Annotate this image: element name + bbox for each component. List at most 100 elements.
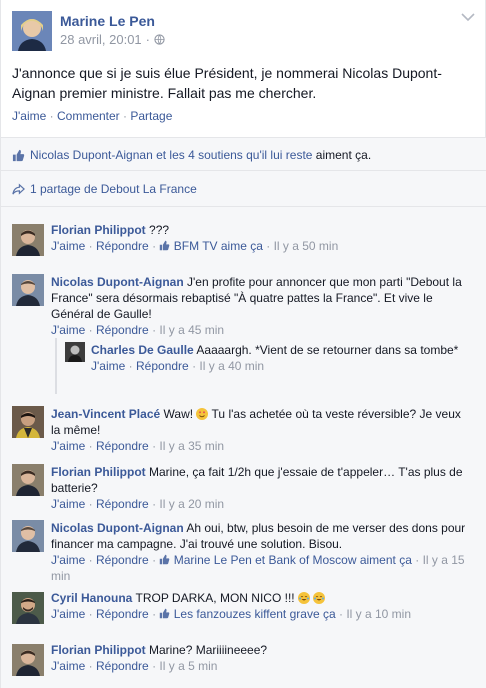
separator: · [152,239,157,253]
comment: Florian Philippot Marine? Mariiiineeee? … [51,642,471,674]
separator: · [88,659,93,673]
comment-timestamp[interactable]: Il y a 10 min [346,607,411,621]
comment-reply-link[interactable]: Répondre [96,553,149,567]
post-text: J'annonce que si je suis élue Président,… [12,65,442,101]
comment-reply-link[interactable]: Répondre [136,359,189,373]
comment-timestamp[interactable]: Il y a 45 min [159,323,224,337]
separator: · [88,553,93,567]
commenter-name[interactable]: Florian Philippot [51,643,146,657]
comment-like-link[interactable]: J'aime [51,239,85,253]
action-separator: · [46,109,57,123]
separator: · [192,359,197,373]
comment-timestamp[interactable]: Il y a 40 min [199,359,264,373]
comment: Jean-Vincent Placé Waw! Tu l'as achetée … [51,406,471,454]
comment-reply-link[interactable]: Répondre [96,439,149,453]
separator: · [152,659,157,673]
author-avatar[interactable] [12,11,52,51]
share-link[interactable]: Partage [130,109,172,123]
likes-suffix: aiment ça. [312,148,372,162]
divider [1,206,486,207]
comment-reply-link[interactable]: Répondre [96,497,149,511]
comment-text: ??? [149,223,170,237]
post-actions: J'aime · Commenter · Partage [12,109,172,123]
commenter-name[interactable]: Charles De Gaulle [91,343,194,357]
comment-like-link[interactable]: J'aime [51,497,85,511]
post-author-name[interactable]: Marine Le Pen [60,13,155,29]
commenter-avatar[interactable] [12,644,44,676]
divider [1,137,486,138]
separator: · [152,553,157,567]
separator: · [88,323,93,337]
commenter-avatar[interactable] [12,224,44,256]
thumbs-up-icon [160,608,170,619]
commenter-avatar[interactable] [65,342,85,362]
separator: · [88,607,93,621]
separator: · [415,553,420,567]
likes-summary: Nicolas Dupont-Aignan et les 4 soutiens … [12,148,371,162]
globe-icon[interactable] [154,34,165,45]
thumbs-up-icon [12,149,25,161]
meta-separator: · [145,32,151,47]
shares-summary: 1 partage de Debout La France [12,182,197,196]
comment-text: Aaaaargh. *Vient de se retourner dans sa… [196,343,459,357]
comment-like-link[interactable]: J'aime [51,323,85,337]
comment: Florian Philippot ??? J'aime · Répondre … [51,222,471,254]
comment-like-link[interactable]: J'aime [51,607,85,621]
comment-timestamp[interactable]: Il y a 5 min [159,659,217,673]
commenter-avatar[interactable] [12,274,44,306]
comment: Nicolas Dupont-Aignan Ah oui, btw, plus … [51,520,471,584]
shares-link[interactable]: 1 partage de Debout La France [30,182,197,196]
commenter-name[interactable]: Jean-Vincent Placé [51,407,160,421]
comment: Florian Philippot Marine, ça fait 1/2h q… [51,464,471,512]
comment-reply-link[interactable]: Répondre [96,607,149,621]
separator: · [128,359,133,373]
comment-reply-link[interactable]: Répondre [96,239,149,253]
commenter-avatar[interactable] [12,464,44,496]
separator: · [88,497,93,511]
comment-like-link[interactable]: J'aime [51,553,85,567]
comment-timestamp[interactable]: Il y a 20 min [159,497,224,511]
comment-like-link[interactable]: J'aime [91,359,125,373]
post-date[interactable]: 28 avril, 20:01 [60,32,142,47]
comment-text: Marine? Mariiiineeee? [149,643,268,657]
separator: · [266,239,271,253]
comment-reply-link[interactable]: Répondre [96,323,149,337]
commenter-name[interactable]: Florian Philippot [51,465,146,479]
commenter-name[interactable]: Nicolas Dupont-Aignan [51,521,184,535]
commenter-name[interactable]: Nicolas Dupont-Aignan [51,275,184,289]
thumbs-up-icon [160,554,170,565]
post-meta: 28 avril, 20:01 · [60,32,165,47]
divider [1,170,486,171]
separator: · [152,323,157,337]
comment-likers-link[interactable]: BFM TV aime ça [174,239,263,253]
commenter-avatar[interactable] [12,520,44,552]
heart-eyes-emoji-icon [196,408,209,420]
separator: · [88,439,93,453]
facebook-post: Marine Le Pen 28 avril, 20:01 · J'annonc… [0,0,486,688]
comment-text: TROP DARKA, MON NICO !!! [135,591,295,605]
commenter-avatar[interactable] [12,592,44,624]
comment-likers-link[interactable]: Les fanzouzes kiffent grave ça [174,607,336,621]
comment: Cyril Hanouna TROP DARKA, MON NICO !!! J… [51,590,471,622]
commenter-avatar[interactable] [12,406,44,438]
comment-likers-link[interactable]: Marine Le Pen et Bank of Moscow aiment ç… [174,553,412,567]
comment-like-link[interactable]: J'aime [51,439,85,453]
commenter-name[interactable]: Florian Philippot [51,223,146,237]
comment-reply-link[interactable]: Répondre [96,659,149,673]
comment-like-link[interactable]: J'aime [51,659,85,673]
comment-text-start: Waw! [163,407,194,421]
separator: · [152,497,157,511]
chevron-down-icon[interactable] [461,12,475,22]
tears-of-joy-emoji-icon [297,592,310,604]
comment: Nicolas Dupont-Aignan J'en profite pour … [51,274,471,338]
comment-timestamp[interactable]: Il y a 35 min [159,439,224,453]
separator: · [88,239,93,253]
likers-link[interactable]: Nicolas Dupont-Aignan et les 4 soutiens … [30,148,312,162]
thumbs-up-icon [160,240,170,251]
comment-timestamp[interactable]: Il y a 50 min [274,239,339,253]
separator: · [152,607,157,621]
commenter-name[interactable]: Cyril Hanouna [51,591,132,605]
comment-link[interactable]: Commenter [57,109,120,123]
like-link[interactable]: J'aime [12,109,46,123]
separator: · [338,607,343,621]
